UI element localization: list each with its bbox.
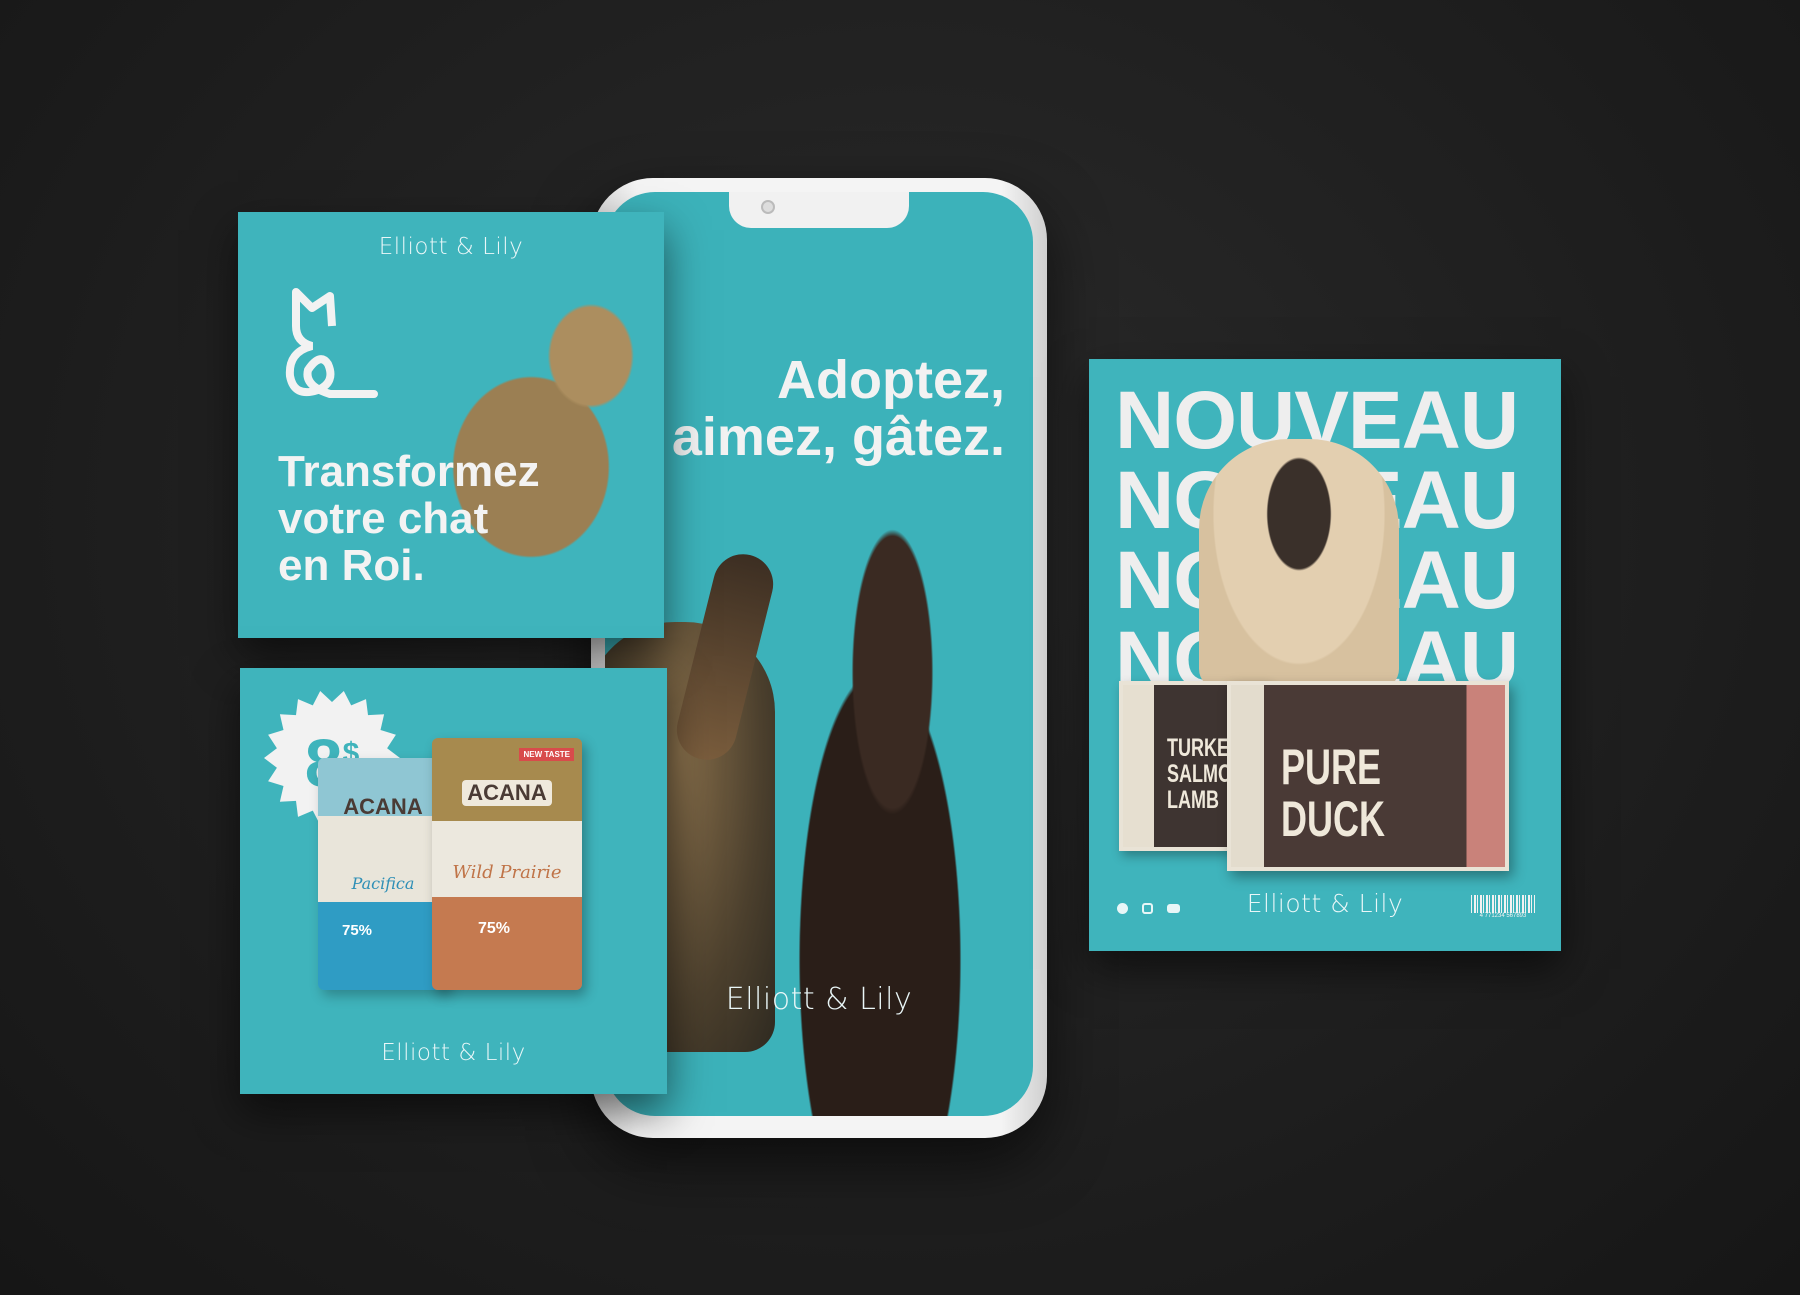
headline-line: votre chat (278, 494, 489, 543)
dog-photo (755, 512, 1005, 1116)
headline-line: Transformez (278, 447, 540, 496)
cat-card-headline: Transformez votre chat en Roi. (278, 448, 540, 589)
bag-brand: ACANA (343, 794, 423, 819)
phone-brand: Elliott & Lily (725, 982, 913, 1017)
headline-line: en Roi. (278, 541, 425, 590)
new-product-card: NOUVEAU NOUVEAU NOUVEAU NOUVEAU TURKEY S… (1089, 359, 1561, 951)
phone-notch (729, 192, 909, 228)
barcode: 4 771234 567893 (1471, 895, 1535, 919)
bag-stat: 75% (342, 922, 373, 939)
bag-stat: 75% (478, 920, 511, 937)
price-promo-card: 8$ ACANA Pacifica 75% NEW TASTE ACANA Wi… (240, 668, 667, 1094)
cat-card-brand: Elliott & Lily (378, 234, 524, 260)
barcode-number: 4 771234 567893 (1479, 913, 1527, 919)
camera-icon (761, 200, 775, 214)
price-card-brand: Elliott & Lily (381, 1040, 526, 1066)
headline-line-2: aimez, gâtez. (671, 407, 1005, 467)
bag-name: Wild Prairie (452, 862, 562, 883)
product-box-duck: PURE DUCK (1227, 681, 1509, 871)
product-bag-pacifica: ACANA Pacifica 75% (318, 758, 448, 990)
bag-tag: NEW TASTE (519, 748, 574, 761)
barcode-bars (1471, 895, 1535, 913)
headline-line-1: Adoptez, (777, 350, 1005, 410)
phone-headline: Adoptez, aimez, gâtez. (672, 352, 1005, 466)
cat-logo-icon (285, 288, 378, 398)
box-title: PURE DUCK (1281, 741, 1385, 845)
bag-name: Pacifica (351, 874, 415, 893)
phone-screen: Adoptez, aimez, gâtez. Elliott & Lily (605, 192, 1033, 1116)
box-title-line: PURE (1281, 739, 1382, 795)
pug-photo (1199, 439, 1399, 689)
bag-brand: ACANA (462, 780, 552, 806)
product-bag-wild-prairie: NEW TASTE ACANA Wild Prairie 75% (432, 738, 582, 990)
box-title-line: DUCK (1281, 791, 1385, 847)
cat-promo-card: Elliott & Lily Transformez votre chat en… (238, 212, 664, 638)
